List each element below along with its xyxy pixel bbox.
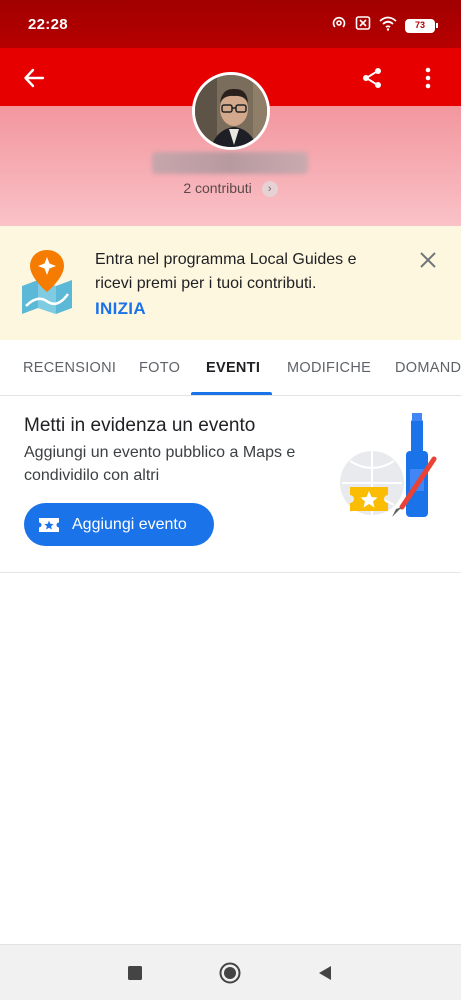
events-card: Metti in evidenza un evento Aggiungi un …	[0, 397, 461, 573]
contributions-count: 2 contributi	[183, 180, 252, 196]
active-tab-indicator	[191, 392, 272, 395]
tab-modifiche[interactable]: MODIFICHE	[287, 360, 371, 376]
local-guides-banner: Entra nel programma Local Guides e ricev…	[0, 226, 461, 340]
chevron-right-icon: ›	[261, 181, 278, 198]
avatar[interactable]	[192, 72, 270, 150]
back-triangle-icon	[319, 966, 331, 980]
home-button[interactable]	[216, 959, 244, 987]
tab-foto[interactable]: FOTO	[139, 360, 180, 376]
wifi-icon	[379, 15, 397, 36]
status-time: 22:28	[28, 16, 68, 33]
more-options-button[interactable]	[408, 58, 448, 98]
system-nav-bar	[0, 944, 461, 1000]
hotspot-icon	[331, 15, 347, 36]
tab-eventi[interactable]: EVENTI	[206, 360, 260, 376]
more-vert-icon	[425, 67, 431, 89]
tab-domande[interactable]: DOMANDE	[395, 360, 461, 376]
events-illustration	[332, 411, 442, 528]
back-nav-button[interactable]	[311, 959, 339, 987]
close-icon	[420, 252, 436, 268]
back-arrow-icon	[24, 68, 45, 88]
events-description: Aggiungi un evento pubblico a Maps e con…	[24, 444, 296, 484]
promo-text: Entra nel programma Local Guides e ricev…	[95, 251, 357, 292]
add-event-label: Aggiungi evento	[72, 515, 187, 533]
no-sim-icon	[355, 15, 371, 36]
status-icons: 73	[331, 15, 438, 36]
events-title: Metti in evidenza un evento	[24, 415, 256, 436]
status-bar: 22:28 73	[0, 0, 461, 48]
contributions-link[interactable]: 2 contributi ›	[0, 180, 461, 198]
recents-square-icon	[128, 966, 142, 980]
back-button[interactable]	[14, 58, 54, 98]
profile-name-blurred	[152, 152, 308, 174]
local-guides-map-icon	[18, 246, 76, 321]
battery-icon: 73	[405, 18, 438, 33]
add-event-button[interactable]: Aggiungi evento	[24, 503, 214, 546]
recents-button[interactable]	[121, 959, 149, 987]
start-button[interactable]: INIZIA	[95, 299, 146, 319]
profile-tabs: RECENSIONI FOTO EVENTI MODIFICHE DOMANDE	[0, 340, 461, 396]
home-circle-icon	[219, 962, 241, 984]
event-ticket-icon	[39, 517, 59, 532]
tab-recensioni[interactable]: RECENSIONI	[23, 360, 116, 376]
share-button[interactable]	[352, 58, 392, 98]
share-icon	[363, 68, 381, 88]
close-banner-button[interactable]	[410, 242, 446, 278]
